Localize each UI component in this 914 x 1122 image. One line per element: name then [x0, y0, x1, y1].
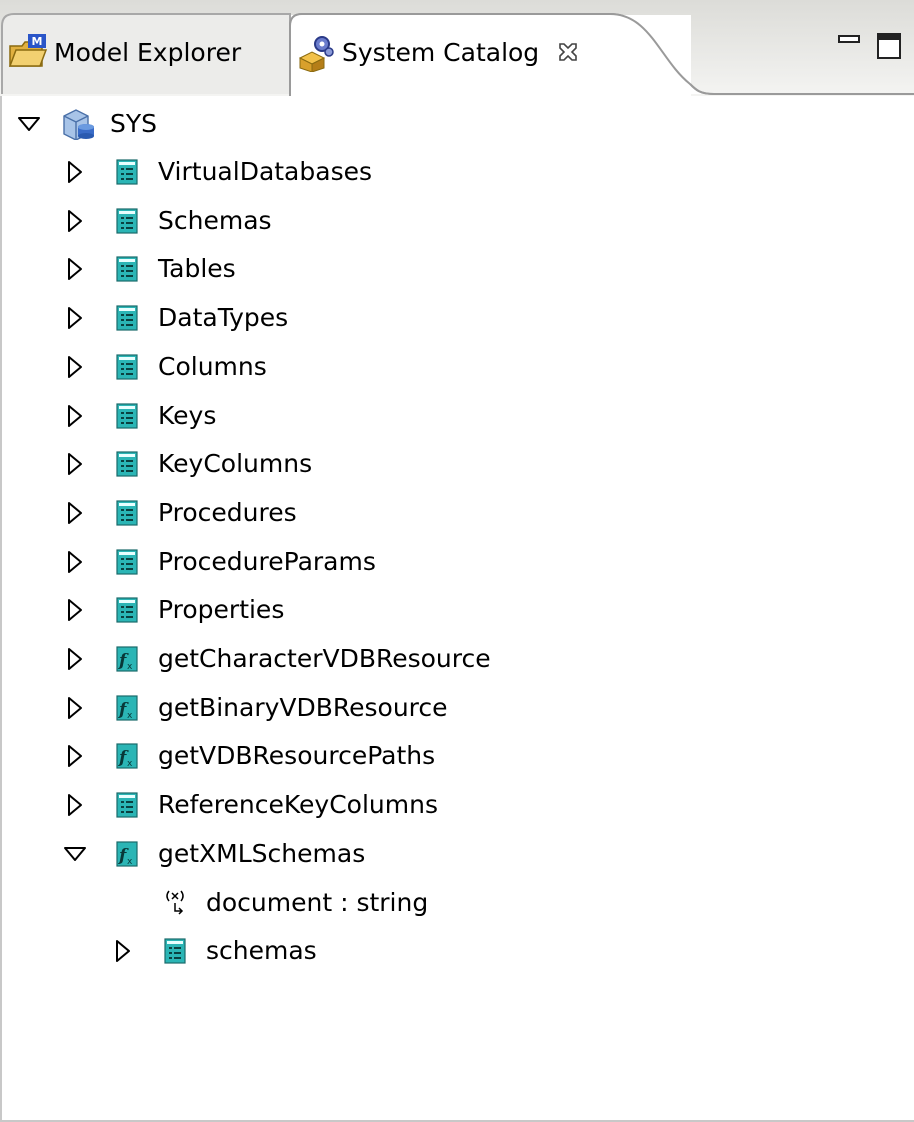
table-icon	[116, 354, 138, 380]
parameter-icon	[166, 890, 184, 915]
tree-node-label: Columns	[158, 351, 267, 381]
tree-node-label: Schemas	[158, 205, 272, 235]
collapsed-arrow-icon[interactable]	[62, 208, 88, 234]
tree-node-label: KeyColumns	[158, 449, 313, 479]
tree-node-label: ReferenceKeyColumns	[158, 790, 438, 820]
procedure-icon: fx	[116, 743, 138, 769]
table-icon	[116, 451, 138, 477]
expanded-arrow-icon[interactable]	[62, 841, 88, 867]
tree-node-referencekeycolumns[interactable]: ReferenceKeyColumns	[0, 781, 880, 829]
tree-node-label: Procedures	[158, 497, 297, 527]
collapsed-arrow-icon[interactable]	[62, 743, 88, 769]
tree-node-label: ProcedureParams	[158, 546, 376, 576]
tab-system-catalog[interactable]: System Catalog	[296, 24, 581, 80]
tree-node-label: document : string	[206, 887, 429, 917]
minimize-icon[interactable]	[836, 30, 866, 60]
tree-node-virtualdatabases[interactable]: VirtualDatabases	[0, 148, 880, 196]
tree-node-label: getCharacterVDBResource	[158, 644, 491, 673]
tree-node-schemas[interactable]: schemas	[0, 927, 880, 975]
table-icon	[116, 208, 138, 234]
collapsed-arrow-icon[interactable]	[62, 403, 88, 429]
table-icon	[116, 402, 138, 429]
close-icon[interactable]	[555, 39, 581, 65]
tree-node-getcharactervdbresource[interactable]: f x getCharacterVDBResource	[0, 635, 880, 683]
system-catalog-view: M Model Explorer System Catalog SYS Virt…	[0, 0, 914, 1122]
collapsed-arrow-icon[interactable]	[62, 256, 88, 282]
collapsed-arrow-icon[interactable]	[62, 695, 88, 721]
tree-node-properties[interactable]: Properties	[0, 586, 880, 634]
tree-node-label: Properties	[158, 595, 285, 625]
svg-text:M: M	[32, 35, 43, 48]
collapsed-arrow-icon[interactable]	[62, 792, 88, 818]
svg-text:x: x	[127, 759, 133, 769]
model-explorer-icon: M	[8, 34, 48, 67]
tree-node-procedureparams[interactable]: ProcedureParams	[0, 538, 880, 586]
view-tab-bar: M Model Explorer System Catalog	[0, 0, 914, 96]
svg-text:x: x	[127, 857, 133, 867]
tree-node-procedures[interactable]: Procedures	[0, 489, 880, 537]
table-icon	[116, 256, 138, 282]
tree-node-sys[interactable]: SYS	[0, 100, 300, 148]
collapsed-arrow-icon[interactable]	[62, 597, 88, 623]
tree-node-label: getVDBResourcePaths	[158, 741, 436, 771]
tree-node-getbinaryvdbresource[interactable]: f x getBinaryVDBResource	[0, 684, 880, 732]
tree-node-label: getBinaryVDBResource	[158, 692, 448, 722]
collapsed-arrow-icon[interactable]	[62, 159, 88, 185]
tab-model-explorer[interactable]: M Model Explorer	[8, 24, 241, 80]
svg-text:x: x	[127, 711, 133, 721]
tree-node-columns[interactable]: Columns	[0, 343, 880, 391]
collapsed-arrow-icon[interactable]	[62, 646, 88, 672]
tree-node-label: getXMLSchemas	[158, 838, 366, 868]
table-icon	[116, 597, 138, 623]
collapsed-arrow-icon[interactable]	[62, 354, 88, 380]
table-icon	[116, 305, 138, 331]
collapsed-arrow-icon[interactable]	[62, 305, 88, 331]
tree-node-datatypes[interactable]: DataTypes	[0, 294, 880, 342]
table-icon	[116, 548, 138, 575]
procedure-icon: fx	[116, 695, 138, 721]
table-icon	[116, 159, 138, 185]
tree-node-label: SYS	[110, 109, 158, 138]
tree-node-getxmlschemas[interactable]: f x getXMLSchemas	[0, 830, 880, 878]
tree-node-tables[interactable]: Tables	[0, 245, 880, 293]
system-catalog-icon	[298, 36, 334, 72]
table-icon	[116, 792, 138, 818]
collapsed-arrow-icon[interactable]	[62, 549, 88, 575]
collapsed-arrow-icon[interactable]	[62, 451, 88, 477]
maximize-icon[interactable]	[874, 30, 904, 60]
svg-text:x: x	[127, 662, 133, 672]
collapsed-arrow-icon[interactable]	[110, 938, 136, 964]
table-icon	[116, 500, 138, 526]
expanded-arrow-icon[interactable]	[16, 111, 42, 137]
tree-node-label: VirtualDatabases	[158, 157, 373, 186]
tree-node-getvdbresourcepaths[interactable]: f x getVDBResourcePaths	[0, 732, 880, 780]
procedure-icon: fx	[116, 841, 138, 867]
tree-node-schemas[interactable]: Schemas	[0, 197, 880, 245]
database-icon	[63, 109, 94, 140]
tree-node-keys[interactable]: Keys	[0, 392, 880, 440]
collapsed-arrow-icon[interactable]	[62, 500, 88, 526]
tab-label: Model Explorer	[54, 37, 242, 67]
tree-node-label: Keys	[158, 400, 217, 430]
tab-label: System Catalog	[342, 37, 540, 67]
tree-node-document-string[interactable]: document : string	[0, 879, 880, 927]
tree-node-label: Tables	[158, 254, 236, 284]
procedure-icon: fx	[116, 646, 138, 672]
tree-node-label: DataTypes	[158, 303, 289, 333]
tree-node-label: schemas	[206, 936, 317, 966]
table-icon	[164, 938, 186, 964]
tree-node-keycolumns[interactable]: KeyColumns	[0, 440, 880, 488]
